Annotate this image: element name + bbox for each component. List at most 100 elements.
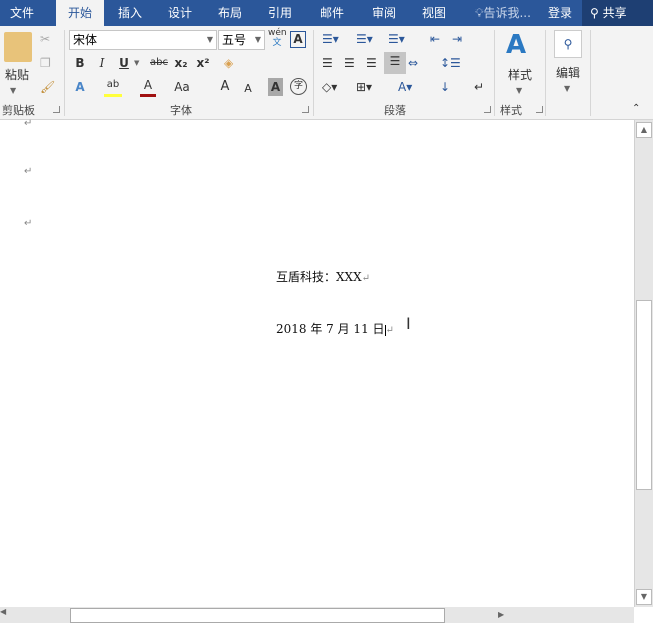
- search-icon[interactable]: ⚲: [554, 30, 582, 58]
- character-shading-button[interactable]: A: [268, 78, 283, 96]
- vertical-scrollbar[interactable]: ▲ ▼: [634, 120, 653, 607]
- vertical-scroll-thumb[interactable]: [636, 300, 652, 490]
- highlight-button[interactable]: ab: [104, 76, 122, 97]
- tab-home[interactable]: 开始: [56, 0, 104, 26]
- font-color-button[interactable]: A: [140, 76, 156, 97]
- align-center-icon[interactable]: ☰: [344, 54, 355, 72]
- share-button[interactable]: ⚲ 共享: [582, 0, 653, 26]
- grow-font-button[interactable]: A: [218, 78, 232, 96]
- ribbon-tab-bar: 文件 开始 插入 设计 布局 引用 邮件 审阅 视图 💡︎告诉我... 登录 ⚲…: [0, 0, 653, 26]
- date-text: 2018 年 7 月 11 日: [276, 322, 385, 336]
- font-name-value: 宋体: [73, 33, 98, 47]
- justify-icon[interactable]: ☰: [384, 52, 406, 74]
- numbering-icon[interactable]: ☰▾: [356, 30, 373, 48]
- share-label: 共享: [602, 6, 627, 20]
- increase-indent-icon[interactable]: ⇥: [452, 30, 462, 48]
- paste-icon[interactable]: [4, 32, 32, 62]
- tab-file[interactable]: 文件: [0, 0, 44, 26]
- tab-design[interactable]: 设计: [156, 0, 204, 26]
- strikethrough-button[interactable]: abc: [148, 54, 170, 72]
- document-page[interactable]: ↵ ↵ ↵ 互盾科技：XXX↵ 2018 年 7 月 11 日↵ I: [0, 118, 634, 607]
- subscript-button[interactable]: x₂: [172, 54, 190, 72]
- copy-icon[interactable]: ❐: [40, 54, 51, 72]
- format-painter-icon[interactable]: 🖌︎: [40, 78, 55, 96]
- align-right-icon[interactable]: ☰: [366, 54, 377, 72]
- scroll-down-button[interactable]: ▼: [636, 589, 652, 605]
- font-launcher-icon[interactable]: [302, 106, 309, 113]
- ribbon: 粘贴 ▼ ✂ ❐ 🖌︎ 剪贴板 宋体 ▼ 五号 ▼ wén 文 A B I U ▼ a…: [0, 26, 653, 120]
- bullets-icon[interactable]: ☰▾: [322, 30, 339, 48]
- scroll-left-button[interactable]: ◀: [0, 607, 7, 623]
- login-button[interactable]: 登录: [542, 0, 578, 26]
- enclose-characters-button[interactable]: 字: [290, 78, 307, 95]
- styles-dropdown[interactable]: ▼: [516, 82, 522, 100]
- divider: [545, 30, 546, 116]
- show-marks-icon[interactable]: ↵: [474, 78, 484, 96]
- tell-me-search[interactable]: 💡︎告诉我...: [468, 0, 538, 26]
- shading-icon[interactable]: ◇▾: [322, 78, 337, 96]
- paragraph-mark-icon: ↵: [24, 166, 33, 177]
- person-add-icon: ⚲: [590, 6, 603, 20]
- font-name-select[interactable]: 宋体 ▼: [69, 30, 217, 50]
- chevron-down-icon: ▼: [254, 35, 261, 44]
- paragraph-group-label: 段落: [384, 104, 406, 117]
- paragraph-mark-icon: ↵: [361, 273, 371, 284]
- ibeam-cursor-icon: I: [406, 314, 411, 333]
- styles-group-label: 样式: [500, 104, 522, 117]
- tab-insert[interactable]: 插入: [106, 0, 154, 26]
- asian-layout-icon[interactable]: A▾: [398, 78, 412, 96]
- distributed-icon[interactable]: ⇔: [408, 54, 418, 72]
- divider: [313, 30, 314, 116]
- underline-button[interactable]: U: [116, 54, 132, 72]
- divider: [590, 30, 591, 116]
- tab-review[interactable]: 审阅: [360, 0, 408, 26]
- horizontal-scrollbar[interactable]: ◀ ▶: [0, 607, 634, 623]
- character-border-button[interactable]: A: [290, 31, 306, 48]
- superscript-button[interactable]: x²: [194, 54, 212, 72]
- text-effects-button[interactable]: A: [72, 78, 88, 96]
- scroll-right-button[interactable]: ▶: [498, 607, 506, 623]
- paste-button[interactable]: 粘贴: [2, 66, 32, 84]
- styles-launcher-icon[interactable]: [536, 106, 543, 113]
- company-text: 互盾科技：XXX: [276, 270, 362, 284]
- scroll-up-button[interactable]: ▲: [636, 122, 652, 138]
- decrease-indent-icon[interactable]: ⇤: [430, 30, 440, 48]
- document-line-company[interactable]: 互盾科技：XXX↵: [276, 268, 370, 285]
- italic-button[interactable]: I: [94, 54, 110, 72]
- clipboard-group-label: 剪贴板: [2, 104, 35, 117]
- divider: [494, 30, 495, 116]
- phonetic-guide-button[interactable]: wén 文: [268, 28, 287, 48]
- paste-dropdown[interactable]: ▼: [10, 82, 16, 100]
- tab-references[interactable]: 引用: [256, 0, 304, 26]
- collapse-ribbon-icon[interactable]: ⌃: [632, 100, 640, 118]
- multilevel-list-icon[interactable]: ☰▾: [388, 30, 405, 48]
- phonetic-guide-char: 文: [272, 38, 282, 48]
- align-left-icon[interactable]: ☰: [322, 54, 333, 72]
- chevron-down-icon: ▼: [206, 35, 213, 44]
- clear-formatting-icon[interactable]: ◈: [224, 54, 233, 72]
- font-group-label: 字体: [170, 104, 192, 117]
- horizontal-scroll-thumb[interactable]: [70, 608, 445, 623]
- document-line-date[interactable]: 2018 年 7 月 11 日↵: [276, 320, 394, 337]
- styles-icon[interactable]: A: [506, 30, 526, 60]
- change-case-button[interactable]: Aa: [172, 78, 192, 96]
- divider: [64, 30, 65, 116]
- tab-view[interactable]: 视图: [410, 0, 458, 26]
- clipboard-launcher-icon[interactable]: [53, 106, 60, 113]
- font-size-select[interactable]: 五号 ▼: [218, 30, 265, 50]
- sort-icon[interactable]: ↓: [440, 78, 450, 96]
- tab-mailings[interactable]: 邮件: [308, 0, 356, 26]
- tab-layout[interactable]: 布局: [206, 0, 254, 26]
- paragraph-launcher-icon[interactable]: [484, 106, 491, 113]
- line-spacing-icon[interactable]: ↕☰: [440, 54, 461, 72]
- shrink-font-button[interactable]: A: [242, 80, 254, 98]
- paragraph-mark-icon: ↵: [24, 218, 33, 229]
- cut-icon[interactable]: ✂: [40, 30, 50, 48]
- paragraph-mark-icon: ↵: [24, 118, 33, 129]
- editing-dropdown[interactable]: ▼: [564, 80, 570, 98]
- tell-me-label: 告诉我...: [483, 6, 531, 20]
- bold-button[interactable]: B: [72, 54, 88, 72]
- underline-dropdown[interactable]: ▼: [134, 54, 139, 72]
- borders-icon[interactable]: ⊞▾: [356, 78, 372, 96]
- text-cursor: ↵: [384, 325, 394, 336]
